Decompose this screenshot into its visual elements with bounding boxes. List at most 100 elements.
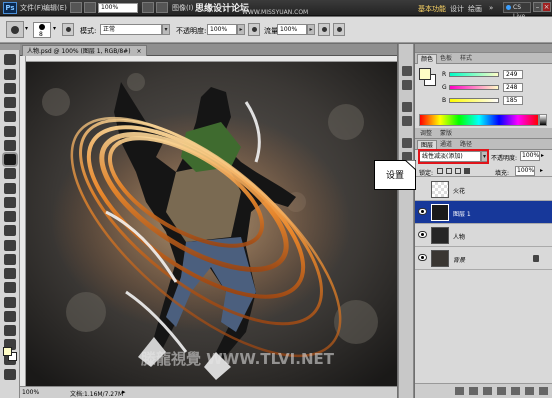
history-panel-icon[interactable] — [402, 66, 412, 76]
workspace-paint[interactable]: 绘画 — [468, 4, 482, 14]
character-panel-icon[interactable] — [402, 138, 412, 148]
lock-image-icon[interactable] — [446, 168, 452, 174]
layer-opacity-arrow-icon[interactable]: ▸ — [541, 152, 544, 159]
brush-dropdown-icon[interactable]: ▾ — [53, 25, 56, 32]
visibility-eye-icon[interactable] — [418, 208, 427, 215]
tab-swatches[interactable]: 色板 — [437, 54, 455, 64]
menu-edit[interactable]: 编辑(E) — [43, 3, 67, 13]
zoom-select[interactable]: 100% — [98, 3, 138, 13]
channel-b-input[interactable]: 185 — [503, 96, 523, 105]
color-spectrum-bar[interactable] — [419, 114, 539, 126]
adjustment-layer-icon[interactable] — [497, 387, 506, 395]
type-tool-icon[interactable] — [4, 268, 16, 279]
lock-position-icon[interactable] — [455, 168, 461, 174]
screen-mode-icon[interactable] — [156, 2, 168, 13]
status-bar: 100% 文档:1.16M/7.27M ▸ — [20, 386, 397, 398]
history-brush-tool-icon[interactable] — [4, 183, 16, 194]
workspace-design[interactable]: 设计 — [450, 4, 464, 14]
lock-transparent-icon[interactable] — [437, 168, 443, 174]
pen-tool-icon[interactable] — [4, 254, 16, 265]
color-panel-fg-swatch[interactable] — [419, 68, 431, 80]
mode-select[interactable]: 正常 — [100, 24, 162, 35]
brush-size-picker[interactable]: 8 — [33, 22, 51, 38]
tab-styles[interactable]: 样式 — [457, 54, 475, 64]
document-tab[interactable]: 人物.psd @ 100% (图层 1, RGB/8#) × — [22, 45, 147, 56]
visibility-eye-icon[interactable] — [418, 254, 427, 261]
brush-panel-icon[interactable] — [62, 23, 74, 36]
tab-masks[interactable]: 蒙版 — [437, 129, 455, 139]
flow-input[interactable]: 100% — [277, 24, 307, 35]
gradient-tool-icon[interactable] — [4, 211, 16, 222]
eyedropper-tool-icon[interactable] — [4, 126, 16, 137]
fill-input[interactable]: 100% — [515, 166, 535, 176]
minibridge-icon[interactable] — [84, 2, 96, 13]
channel-g-input[interactable]: 248 — [503, 83, 523, 92]
clone-stamp-tool-icon[interactable] — [4, 168, 16, 179]
brush-tool-icon[interactable] — [4, 154, 16, 165]
pressure-opacity-icon[interactable] — [248, 23, 260, 36]
grayscale-ramp[interactable] — [539, 114, 547, 126]
channel-g-slider[interactable] — [449, 85, 499, 90]
opacity-dropdown-icon[interactable]: ▸ — [237, 24, 245, 35]
layer-row[interactable]: 火花 — [415, 178, 552, 201]
brush-panel-icon[interactable] — [402, 102, 412, 112]
tab-color[interactable]: 颜色 — [417, 54, 438, 64]
workspace-more-icon[interactable]: » — [489, 4, 493, 12]
minimize-button[interactable]: – — [533, 2, 542, 12]
path-select-tool-icon[interactable] — [4, 282, 16, 293]
brush-tool-preset-icon[interactable] — [6, 21, 24, 38]
lasso-tool-icon[interactable] — [4, 83, 16, 94]
workspace-essentials[interactable]: 基本功能 — [418, 4, 446, 14]
layer-row[interactable]: 背景 — [415, 247, 552, 270]
channel-b-slider[interactable] — [449, 98, 499, 103]
preset-dropdown-icon[interactable]: ▾ — [25, 25, 28, 32]
move-tool-icon[interactable] — [4, 54, 16, 65]
channel-r-input[interactable]: 249 — [503, 70, 523, 79]
visibility-eye-icon[interactable] — [418, 231, 427, 238]
channel-r-slider[interactable] — [449, 72, 499, 77]
cslive-button[interactable]: CS Live — [503, 2, 531, 20]
blur-tool-icon[interactable] — [4, 225, 16, 236]
add-mask-icon[interactable] — [483, 387, 492, 395]
fill-arrow-icon[interactable]: ▸ — [540, 167, 543, 174]
lock-all-icon[interactable] — [464, 168, 470, 174]
tab-adjustments[interactable]: 调整 — [417, 129, 435, 139]
status-menu-icon[interactable]: ▸ — [122, 388, 126, 396]
layer-row[interactable]: 人物 — [415, 224, 552, 247]
menu-file[interactable]: 文件(F) — [20, 3, 44, 13]
layer-opacity-input[interactable]: 100% — [520, 151, 540, 161]
foreground-color-swatch[interactable] — [3, 347, 12, 356]
status-zoom[interactable]: 100% — [22, 389, 39, 396]
close-button[interactable]: × — [542, 2, 551, 12]
clone-source-panel-icon[interactable] — [402, 116, 412, 126]
opacity-input[interactable]: 100% — [207, 24, 237, 35]
mode-label: 模式: — [80, 27, 97, 35]
pressure-size-icon[interactable] — [333, 23, 345, 36]
quick-select-tool-icon[interactable] — [4, 97, 16, 108]
crop-tool-icon[interactable] — [4, 111, 16, 122]
marquee-tool-icon[interactable] — [4, 69, 16, 80]
mode-dropdown-icon[interactable]: ▾ — [162, 24, 170, 35]
layer-row-selected[interactable]: 图层 1 — [415, 201, 552, 224]
3d-rotate-tool-icon[interactable] — [4, 311, 16, 322]
bridge-icon[interactable] — [70, 2, 82, 13]
document-canvas[interactable]: 滕龍視覺 WWW.TLVI.NET — [26, 62, 397, 386]
actions-panel-icon[interactable] — [402, 80, 412, 90]
new-group-icon[interactable] — [511, 387, 520, 395]
eraser-tool-icon[interactable] — [4, 197, 16, 208]
quick-mask-icon[interactable] — [4, 369, 16, 380]
link-layers-icon[interactable] — [455, 387, 464, 395]
layer-name: 人物 — [453, 234, 466, 241]
shape-tool-icon[interactable] — [4, 297, 16, 308]
dodge-tool-icon[interactable] — [4, 240, 16, 251]
new-layer-icon[interactable] — [525, 387, 534, 395]
arrange-icon[interactable] — [142, 2, 154, 13]
layer-style-icon[interactable] — [469, 387, 478, 395]
airbrush-icon[interactable] — [318, 23, 330, 36]
menu-image[interactable]: 图像(I) — [172, 3, 194, 13]
document-close-icon[interactable]: × — [136, 48, 141, 55]
flow-dropdown-icon[interactable]: ▸ — [307, 24, 315, 35]
3d-orbit-tool-icon[interactable] — [4, 325, 16, 336]
delete-layer-icon[interactable] — [539, 387, 548, 395]
healing-tool-icon[interactable] — [4, 140, 16, 151]
